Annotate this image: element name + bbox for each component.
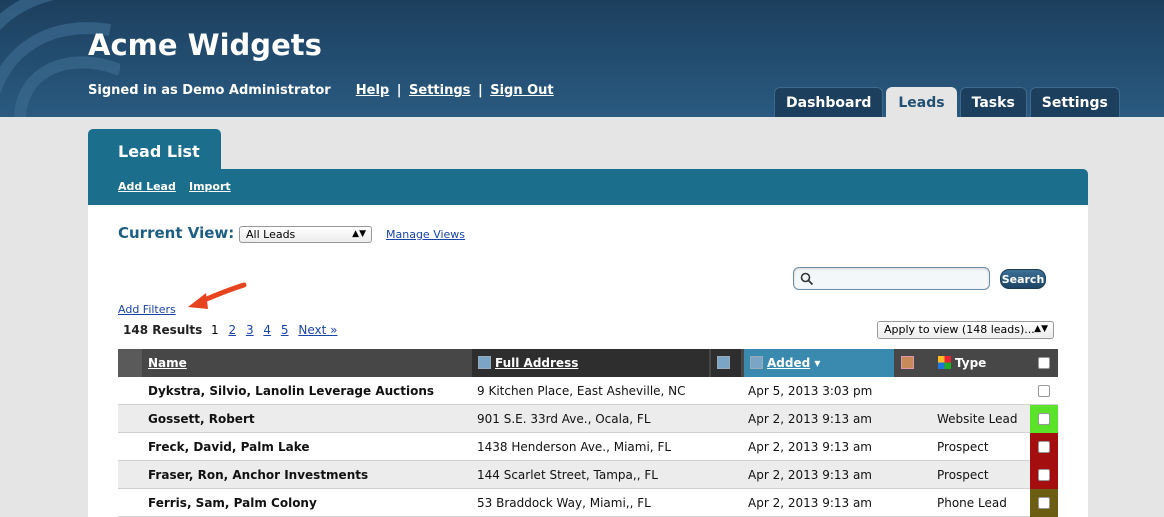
asterisk-icon[interactable]	[750, 356, 763, 369]
sign-out-link[interactable]: Sign Out	[490, 83, 553, 98]
lead-list-tab[interactable]: Lead List	[88, 129, 221, 169]
table-header: Name Full Address Added ▾ Type	[118, 349, 1058, 377]
lead-added: Apr 2, 2013 9:13 am	[748, 496, 872, 510]
help-link[interactable]: Help	[356, 83, 389, 98]
header-owner[interactable]	[897, 349, 931, 377]
row-checkbox[interactable]	[1038, 469, 1050, 481]
table-row[interactable]: Fraser, Ron, Anchor Investments 144 Scar…	[118, 461, 1058, 489]
page-link[interactable]: 3	[246, 323, 254, 337]
header-address[interactable]: Full Address	[495, 356, 578, 370]
search-button[interactable]: Search	[1000, 269, 1046, 289]
row-select[interactable]	[1030, 433, 1058, 461]
row-checkbox[interactable]	[1038, 441, 1050, 453]
header-type-cell[interactable]: Type	[934, 349, 1029, 377]
header-column-options[interactable]	[711, 349, 741, 377]
lead-name[interactable]: Gossett, Robert	[148, 405, 255, 433]
lead-address: 9 Kitchen Place, East Asheville, NC	[477, 384, 686, 398]
tab-tasks[interactable]: Tasks	[959, 87, 1027, 117]
action-bar: Add Lead Import	[88, 169, 1088, 205]
row-checkbox[interactable]	[1038, 385, 1050, 397]
select-arrows-icon: ▲▼	[1034, 324, 1048, 334]
add-lead-link[interactable]: Add Lead	[118, 180, 176, 193]
header-type: Type	[955, 356, 987, 370]
lead-added: Apr 2, 2013 9:13 am	[748, 412, 872, 426]
add-filters-link[interactable]: Add Filters	[118, 303, 176, 316]
lead-name[interactable]: Dykstra, Silvio, Lanolin Leverage Auctio…	[148, 377, 434, 405]
signed-in-bar: Signed in as Demo Administrator Help | S…	[88, 83, 554, 98]
select-all-checkbox[interactable]	[1038, 357, 1050, 369]
header-address-cell[interactable]: Full Address	[472, 349, 709, 377]
pagination: 1 2 3 4 5 Next »	[211, 323, 343, 337]
separator: |	[477, 83, 483, 98]
person-icon[interactable]	[901, 356, 914, 369]
color-grid-icon	[938, 356, 951, 369]
app-header: Acme Widgets Signed in as Demo Administr…	[0, 0, 1164, 117]
search-input[interactable]	[793, 267, 990, 290]
import-link[interactable]: Import	[189, 180, 231, 193]
lead-added: Apr 5, 2013 3:03 pm	[748, 384, 873, 398]
lead-name[interactable]: Freck, David, Palm Lake	[148, 433, 310, 461]
row-checkbox[interactable]	[1038, 497, 1050, 509]
lead-list-panel: Lead List Add Lead Import Current View: …	[88, 129, 1088, 517]
table-row[interactable]: Freck, David, Palm Lake 1438 Henderson A…	[118, 433, 1058, 461]
separator: |	[396, 83, 402, 98]
current-view-value: All Leads	[246, 228, 296, 241]
row-select[interactable]	[1030, 489, 1058, 517]
page-link[interactable]: 2	[228, 323, 236, 337]
search-icon	[800, 272, 814, 286]
leads-table: Name Full Address Added ▾ Type Dykstra, …	[118, 349, 1058, 517]
lead-type: Phone Lead	[937, 496, 1007, 510]
header-added-cell[interactable]: Added ▾	[744, 349, 894, 377]
table-row[interactable]: Dykstra, Silvio, Lanolin Leverage Auctio…	[118, 377, 1058, 405]
lead-name[interactable]: Ferris, Sam, Palm Colony	[148, 489, 317, 517]
apply-to-view-select[interactable]: Apply to view (148 leads)... ▲▼	[877, 321, 1054, 339]
table-row[interactable]: Gossett, Robert 901 S.E. 33rd Ave., Ocal…	[118, 405, 1058, 433]
page-current: 1	[211, 323, 219, 337]
lead-type: Website Lead	[937, 412, 1018, 426]
lead-type: Prospect	[937, 440, 989, 454]
results-count: 148 Results	[123, 323, 203, 337]
page-link[interactable]: 4	[263, 323, 271, 337]
lead-address: 1438 Henderson Ave., Miami, FL	[477, 440, 672, 454]
header-spacer	[118, 349, 142, 377]
tab-leads[interactable]: Leads	[886, 87, 957, 117]
asterisk-icon[interactable]	[717, 356, 730, 369]
row-select[interactable]	[1030, 377, 1058, 405]
row-select[interactable]	[1030, 461, 1058, 489]
header-select-all[interactable]	[1030, 349, 1058, 377]
lead-added: Apr 2, 2013 9:13 am	[748, 440, 872, 454]
current-view-label: Current View:	[118, 224, 235, 242]
header-name[interactable]: Name	[148, 349, 187, 377]
apply-to-view-value: Apply to view (148 leads)...	[884, 323, 1035, 336]
next-page-link[interactable]: Next »	[298, 323, 337, 337]
sort-desc-icon: ▾	[814, 356, 821, 370]
main-nav-tabs: Dashboard Leads Tasks Settings	[774, 87, 1123, 117]
asterisk-icon[interactable]	[478, 356, 491, 369]
lead-added: Apr 2, 2013 9:13 am	[748, 468, 872, 482]
lead-type: Prospect	[937, 468, 989, 482]
lead-list-content: Current View: All Leads ▲▼ Manage Views …	[88, 205, 1088, 517]
row-select[interactable]	[1030, 405, 1058, 433]
lead-address: 901 S.E. 33rd Ave., Ocala, FL	[477, 412, 651, 426]
lead-name[interactable]: Fraser, Ron, Anchor Investments	[148, 461, 368, 489]
table-row[interactable]: Ferris, Sam, Palm Colony 53 Braddock Way…	[118, 489, 1058, 517]
signed-in-text: Signed in as Demo Administrator	[88, 83, 331, 98]
app-title: Acme Widgets	[88, 28, 322, 62]
lead-address: 144 Scarlet Street, Tampa,, FL	[477, 468, 658, 482]
tab-settings[interactable]: Settings	[1029, 87, 1120, 117]
settings-link[interactable]: Settings	[409, 83, 470, 98]
lead-address: 53 Braddock Way, Miami,, FL	[477, 496, 651, 510]
page-link[interactable]: 5	[281, 323, 289, 337]
header-added[interactable]: Added	[767, 356, 810, 370]
tab-dashboard[interactable]: Dashboard	[774, 87, 884, 117]
current-view-select[interactable]: All Leads ▲▼	[239, 226, 372, 243]
row-checkbox[interactable]	[1038, 413, 1050, 425]
select-arrows-icon: ▲▼	[352, 229, 366, 239]
red-arrow-icon	[188, 282, 247, 309]
manage-views-link[interactable]: Manage Views	[386, 228, 465, 241]
